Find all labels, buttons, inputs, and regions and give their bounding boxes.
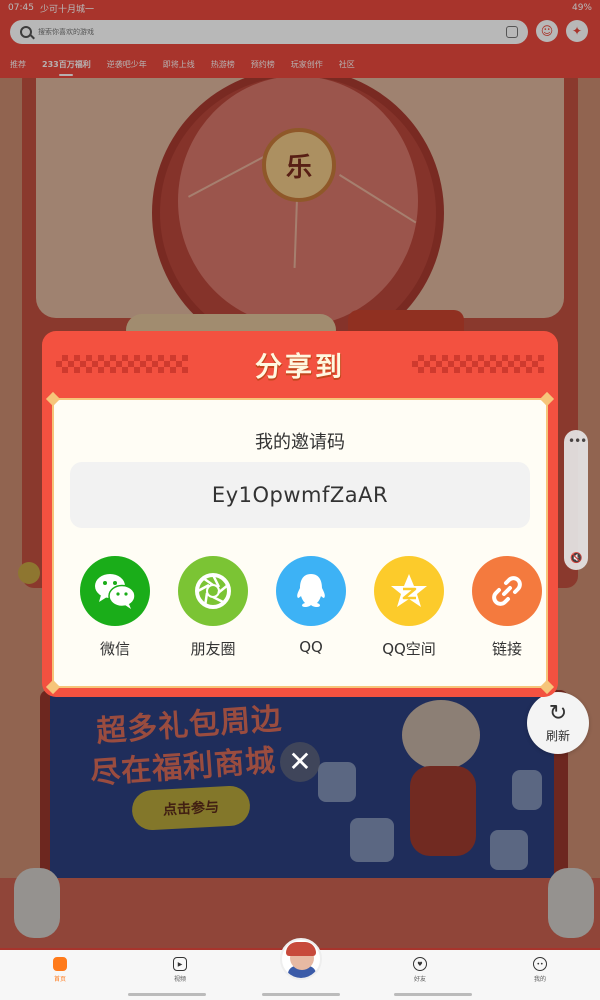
qzone-icon [374,556,444,626]
invite-code-value[interactable]: Ey1OpwmfZaAR [70,462,530,528]
friends-icon: ♥ [413,957,427,971]
share-label: 朋友圈 [190,640,236,658]
wechat-icon [80,556,150,626]
refresh-button[interactable]: ↻ 刷新 [527,692,589,754]
nav-video[interactable]: ▶ 视频 [120,950,240,990]
share-modal: 分享到 我的邀请码 Ey1OpwmfZaAR 微信 朋友圈 QQ QQ空间 链接 [42,331,558,697]
more-icon[interactable]: ••• [568,434,587,448]
nav-label: 视频 [173,976,186,983]
qq-icon [276,556,346,626]
nav-friends[interactable]: ♥ 好友 [360,950,480,990]
share-label: 微信 [99,640,130,658]
refresh-icon: ↻ [548,700,568,726]
nav-label: 好友 [413,976,426,983]
center-avatar-button[interactable] [280,938,322,980]
share-wechat[interactable]: 微信 [75,556,155,659]
share-qq[interactable]: QQ [271,556,351,656]
nav-label: 我的 [533,976,546,983]
nav-profile[interactable]: •• 我的 [480,950,600,990]
gesture-bar [128,993,206,996]
moments-icon [178,556,248,626]
refresh-label: 刷新 [545,728,570,743]
floating-side-panel[interactable]: ••• 🔇 [564,430,588,570]
gesture-bar [394,993,472,996]
home-game-icon [53,957,67,971]
gesture-bar [262,993,340,996]
share-label: QQ空间 [382,640,436,658]
share-link[interactable]: 链接 [467,556,547,659]
link-icon [472,556,542,626]
nav-label: 首页 [53,976,66,983]
share-panel: 我的邀请码 Ey1OpwmfZaAR 微信 朋友圈 QQ QQ空间 链接 [45,398,555,695]
modal-title: 分享到 [255,352,345,383]
share-label: QQ [299,638,323,656]
video-icon: ▶ [173,957,187,971]
mute-icon[interactable]: 🔇 [570,553,582,564]
share-moments[interactable]: 朋友圈 [173,556,253,659]
corner-ornament [539,679,555,695]
share-label: 链接 [491,640,522,658]
nav-home[interactable]: 首页 [0,950,120,990]
close-modal-button[interactable]: ✕ [280,742,320,782]
corner-ornament [45,679,61,695]
profile-icon: •• [533,957,547,971]
close-icon: ✕ [288,745,312,778]
avatar-hair [286,942,316,956]
share-qzone[interactable]: QQ空间 [369,556,449,659]
invite-code-title: 我的邀请码 [255,432,345,453]
